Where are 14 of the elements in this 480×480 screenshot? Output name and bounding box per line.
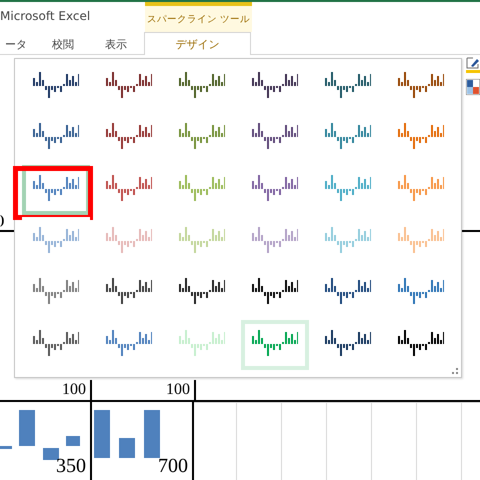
table-cell: 350	[56, 456, 86, 476]
context-tab-group-label: スパークライン ツール	[145, 2, 252, 32]
table-cell: 700	[158, 456, 188, 476]
color-grid-icon[interactable]	[466, 79, 480, 95]
table-cell: 100	[92, 380, 196, 400]
ribbon-tab[interactable]: 校閲	[38, 32, 88, 55]
pencil-icon[interactable]	[466, 57, 480, 73]
ribbon-tab[interactable]: ータ	[0, 32, 38, 55]
table-cell-text: )	[0, 212, 4, 229]
ribbon-tab[interactable]: 表示	[88, 32, 144, 55]
window-title: Microsoft Excel	[0, 8, 92, 25]
table-cell: 100	[0, 380, 92, 400]
resize-grip-icon[interactable]	[452, 368, 458, 374]
ribbon-tab[interactable]: デザイン	[144, 32, 251, 55]
